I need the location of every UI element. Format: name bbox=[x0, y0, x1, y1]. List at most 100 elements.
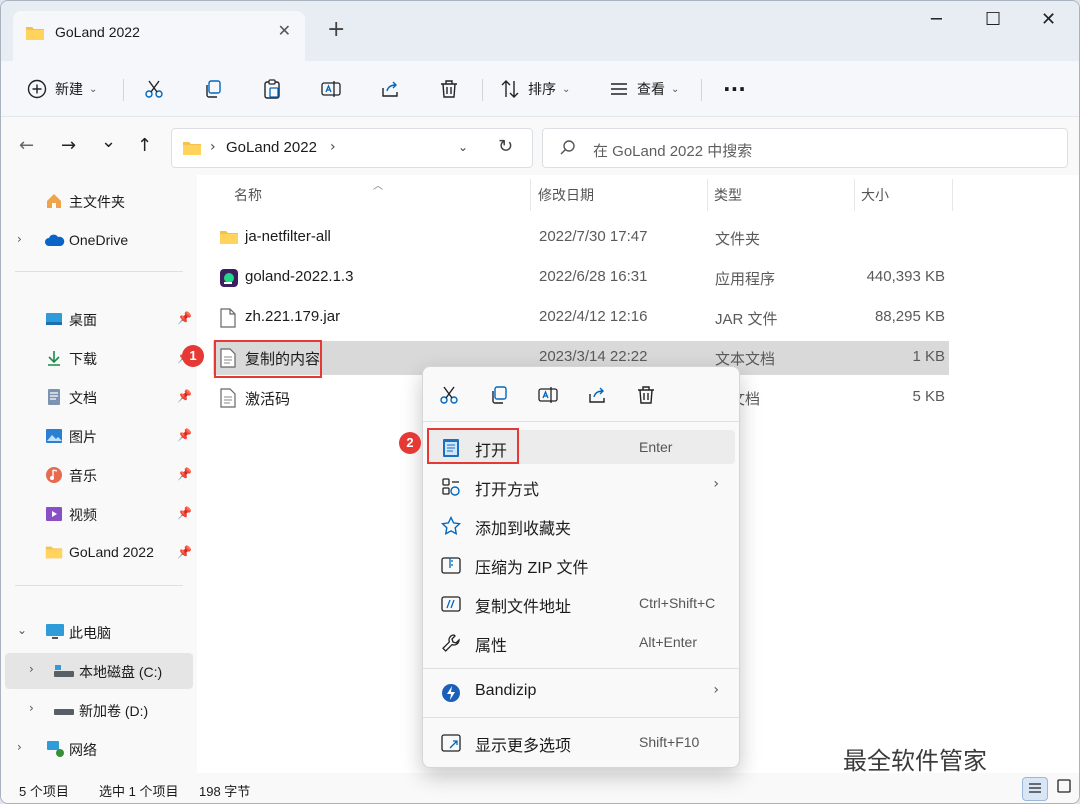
pin-icon[interactable]: 📌 bbox=[177, 545, 192, 559]
menu-item-add-to-favorites[interactable]: 添加到收藏夹 bbox=[429, 508, 735, 542]
pin-icon[interactable]: 📌 bbox=[177, 389, 192, 403]
video-icon bbox=[45, 505, 63, 523]
breadcrumb-separator[interactable]: › bbox=[330, 139, 336, 155]
menu-item-label: 压缩为 ZIP 文件 bbox=[475, 560, 589, 577]
column-divider[interactable] bbox=[530, 179, 531, 211]
new-tab-button[interactable]: + bbox=[327, 17, 345, 42]
column-header-type[interactable]: 类型 bbox=[714, 185, 742, 205]
view-button[interactable]: 查看 ⌄ bbox=[609, 73, 679, 105]
sidebar-item-this-pc[interactable]: ⌄ 此电脑 bbox=[5, 614, 193, 650]
chevron-down-icon[interactable]: ⌄ bbox=[17, 623, 27, 637]
pin-icon[interactable]: 📌 bbox=[177, 467, 192, 481]
new-label: 新建 bbox=[55, 81, 83, 97]
menu-item-shortcut: Enter bbox=[639, 439, 673, 455]
share-icon bbox=[589, 387, 605, 403]
breadcrumb-separator[interactable]: › bbox=[210, 139, 216, 155]
sidebar-item-volume-d[interactable]: › 新加卷 (D:) bbox=[5, 692, 193, 728]
column-divider[interactable] bbox=[707, 179, 708, 211]
sidebar-item-pictures[interactable]: 图片 📌 bbox=[5, 418, 193, 454]
title-bar: GoLand 2022 ✕ + ─ ☐ ✕ bbox=[1, 1, 1079, 61]
search-box[interactable]: 在 GoLand 2022 中搜索 bbox=[542, 128, 1068, 168]
column-header-name[interactable]: 名称 bbox=[234, 185, 262, 205]
tab-title: GoLand 2022 bbox=[55, 24, 140, 40]
paste-button[interactable] bbox=[262, 73, 282, 105]
cut-button[interactable] bbox=[431, 381, 467, 411]
column-header-date[interactable]: 修改日期 bbox=[538, 185, 594, 205]
share-button[interactable] bbox=[579, 381, 615, 411]
tab-goland-2022[interactable]: GoLand 2022 ✕ bbox=[13, 11, 305, 61]
new-button[interactable]: 新建 ⌄ bbox=[27, 73, 97, 105]
annotation-step-badge: 2 bbox=[399, 432, 421, 454]
tiles-view-button[interactable] bbox=[1051, 777, 1077, 801]
sidebar-item-label: 网络 bbox=[69, 742, 97, 758]
drive-icon bbox=[53, 701, 74, 719]
rename-button[interactable] bbox=[530, 381, 566, 411]
file-row[interactable]: zh.221.179.jar 2022/4/12 12:16 JAR 文件 88… bbox=[213, 301, 949, 335]
music-icon bbox=[45, 466, 63, 484]
sort-ascending-icon: ︿ bbox=[373, 181, 383, 192]
chevron-right-icon[interactable]: › bbox=[29, 701, 34, 715]
sidebar-item-videos[interactable]: 视频 📌 bbox=[5, 496, 193, 532]
file-date: 2022/4/12 12:16 bbox=[539, 308, 648, 325]
chevron-right-icon[interactable]: › bbox=[17, 232, 22, 246]
menu-item-show-more-options[interactable]: 显示更多选项 Shift+F10 bbox=[429, 725, 735, 759]
file-date: 2022/7/30 17:47 bbox=[539, 228, 648, 245]
sidebar-item-local-disk-c[interactable]: › 本地磁盘 (C:) bbox=[5, 653, 193, 689]
menu-item-open-with[interactable]: 打开方式 › bbox=[429, 469, 735, 503]
delete-button[interactable] bbox=[439, 73, 459, 105]
pin-icon[interactable]: 📌 bbox=[177, 311, 192, 325]
chevron-right-icon[interactable]: › bbox=[17, 740, 22, 754]
delete-button[interactable] bbox=[628, 381, 664, 411]
breadcrumb[interactable]: GoLand 2022 bbox=[226, 139, 317, 156]
file-size: 88,295 KB bbox=[874, 308, 945, 325]
sidebar-item-desktop[interactable]: 桌面 📌 bbox=[5, 301, 193, 337]
sidebar-item-label: 音乐 bbox=[69, 468, 97, 484]
sidebar-item-goland-2022[interactable]: GoLand 2022 📌 bbox=[5, 535, 193, 571]
more-options-button[interactable]: ··· bbox=[723, 73, 746, 105]
column-divider[interactable] bbox=[854, 179, 855, 211]
file-size: 1 KB bbox=[912, 348, 945, 365]
up-button[interactable]: ↑ bbox=[137, 135, 152, 156]
recent-locations-button[interactable]: ⌄ bbox=[101, 131, 116, 152]
copy-button[interactable] bbox=[481, 381, 517, 411]
menu-item-copy-path[interactable]: 复制文件地址 Ctrl+Shift+C bbox=[429, 586, 735, 620]
column-header-size[interactable]: 大小 bbox=[861, 185, 889, 205]
menu-item-bandizip[interactable]: Bandizip › bbox=[429, 675, 735, 709]
minimize-button[interactable]: ─ bbox=[931, 9, 942, 30]
maximize-button[interactable]: ☐ bbox=[985, 9, 1001, 30]
sidebar-item-music[interactable]: 音乐 📌 bbox=[5, 457, 193, 493]
copy-button[interactable] bbox=[203, 73, 223, 105]
share-button[interactable] bbox=[380, 73, 400, 105]
document-icon bbox=[45, 388, 63, 406]
sidebar-item-network[interactable]: › 网络 bbox=[5, 731, 193, 767]
sidebar-item-home[interactable]: 主文件夹 bbox=[5, 183, 193, 219]
bandizip-icon bbox=[441, 683, 461, 703]
navigation-bar: ← → ⌄ ↑ › GoLand 2022 › ⌄ ↻ 在 GoLand 202… bbox=[1, 117, 1079, 175]
close-window-button[interactable]: ✕ bbox=[1041, 9, 1056, 30]
chevron-right-icon[interactable]: › bbox=[29, 662, 34, 676]
sidebar-item-onedrive[interactable]: › OneDrive bbox=[5, 223, 193, 259]
details-view-button[interactable] bbox=[1022, 777, 1048, 801]
close-tab-icon[interactable]: ✕ bbox=[278, 21, 291, 40]
file-type: JAR 文件 bbox=[715, 311, 778, 328]
file-row[interactable]: ja-netfilter-all 2022/7/30 17:47 文件夹 bbox=[213, 221, 949, 255]
back-button[interactable]: ← bbox=[19, 135, 34, 156]
address-bar[interactable]: › GoLand 2022 › ⌄ ↻ bbox=[171, 128, 533, 168]
folder-icon bbox=[182, 140, 202, 160]
chevron-down-icon[interactable]: ⌄ bbox=[458, 140, 468, 154]
menu-item-compress-zip[interactable]: 压缩为 ZIP 文件 bbox=[429, 547, 735, 581]
pin-icon[interactable]: 📌 bbox=[177, 506, 192, 520]
refresh-button[interactable]: ↻ bbox=[498, 136, 513, 157]
rename-button[interactable] bbox=[321, 73, 341, 105]
menu-item-properties[interactable]: 属性 Alt+Enter bbox=[429, 625, 735, 659]
menu-item-label: 属性 bbox=[475, 638, 508, 655]
cut-button[interactable] bbox=[144, 73, 164, 105]
sidebar-item-documents[interactable]: 文档 📌 bbox=[5, 379, 193, 415]
sort-button[interactable]: 排序 ⌄ bbox=[500, 73, 570, 105]
pin-icon[interactable]: 📌 bbox=[177, 428, 192, 442]
forward-button[interactable]: → bbox=[61, 135, 76, 156]
column-divider[interactable] bbox=[952, 179, 953, 211]
selection-count: 选中 1 个项目 bbox=[99, 784, 179, 799]
file-row[interactable]: goland-2022.1.3 2022/6/28 16:31 应用程序 440… bbox=[213, 261, 949, 295]
sidebar-item-downloads[interactable]: 下载 📌 bbox=[5, 340, 193, 376]
